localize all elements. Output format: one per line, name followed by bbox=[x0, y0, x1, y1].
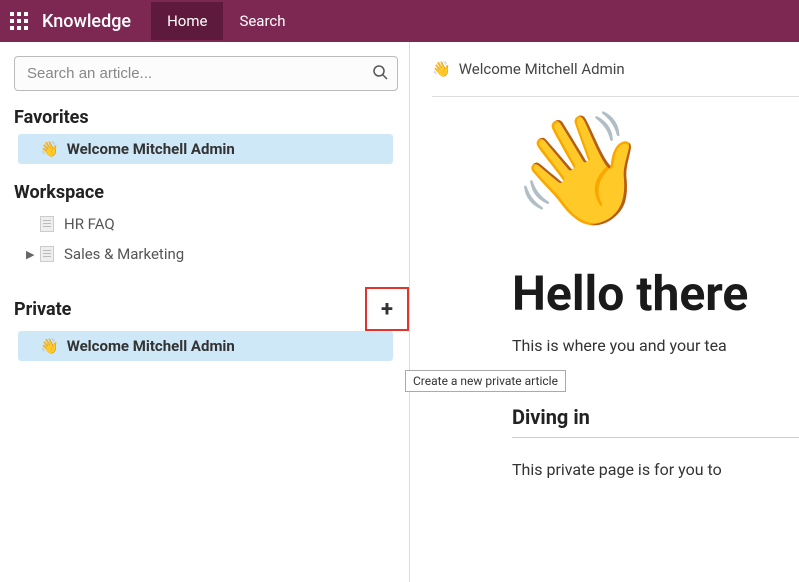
sidebar-item-label: Welcome Mitchell Admin bbox=[67, 337, 235, 355]
nav-search[interactable]: Search bbox=[223, 2, 301, 40]
doc-icon bbox=[40, 216, 54, 232]
article-intro: This is where you and your tea bbox=[512, 336, 799, 355]
wave-icon: 👋 bbox=[40, 337, 59, 355]
article-title: Hello there bbox=[512, 265, 799, 322]
divider bbox=[432, 96, 799, 97]
nav-home[interactable]: Home bbox=[151, 2, 223, 40]
divider bbox=[512, 437, 799, 438]
article-content: 👋 Welcome Mitchell Admin 👋 Hello there T… bbox=[410, 42, 799, 582]
main-area: Favorites 👋 Welcome Mitchell Admin Works… bbox=[0, 42, 799, 582]
sidebar: Favorites 👋 Welcome Mitchell Admin Works… bbox=[0, 42, 410, 582]
private-heading: Private bbox=[14, 299, 365, 320]
sidebar-item-hr-faq[interactable]: HR FAQ bbox=[18, 209, 393, 239]
plus-icon: + bbox=[381, 297, 393, 322]
section-body: This private page is for you to bbox=[512, 460, 799, 479]
search-wrap bbox=[14, 56, 398, 91]
top-bar: Knowledge Home Search bbox=[0, 0, 799, 42]
breadcrumb-label: Welcome Mitchell Admin bbox=[459, 60, 625, 78]
breadcrumb[interactable]: 👋 Welcome Mitchell Admin bbox=[432, 60, 799, 96]
section-heading-diving-in: Diving in bbox=[512, 405, 799, 429]
sidebar-item-label: Sales & Marketing bbox=[64, 245, 184, 263]
search-input[interactable] bbox=[14, 56, 398, 91]
chevron-right-icon[interactable]: ▶ bbox=[26, 248, 40, 261]
sidebar-item-private-welcome[interactable]: 👋 Welcome Mitchell Admin bbox=[18, 331, 393, 361]
section-workspace: Workspace HR FAQ ▶ Sales & Marketing bbox=[14, 182, 401, 269]
sidebar-item-favorite[interactable]: 👋 Welcome Mitchell Admin bbox=[18, 134, 393, 164]
tooltip-create-private: Create a new private article bbox=[405, 370, 566, 392]
search-icon[interactable] bbox=[372, 64, 388, 84]
add-private-article-button[interactable]: + bbox=[365, 287, 409, 331]
sidebar-item-label: Welcome Mitchell Admin bbox=[67, 140, 235, 158]
brand-title[interactable]: Knowledge bbox=[42, 11, 131, 32]
hero-wave-icon: 👋 bbox=[512, 115, 799, 225]
section-favorites: Favorites 👋 Welcome Mitchell Admin bbox=[14, 107, 401, 164]
workspace-heading: Workspace bbox=[14, 182, 401, 203]
favorites-heading: Favorites bbox=[14, 107, 401, 128]
sidebar-item-sales-marketing[interactable]: ▶ Sales & Marketing bbox=[18, 239, 393, 269]
doc-icon bbox=[40, 246, 54, 262]
wave-icon: 👋 bbox=[432, 60, 451, 78]
apps-icon[interactable] bbox=[10, 12, 28, 30]
wave-icon: 👋 bbox=[40, 140, 59, 158]
section-private: Private + 👋 Welcome Mitchell Admin bbox=[14, 287, 401, 361]
sidebar-item-label: HR FAQ bbox=[64, 215, 115, 233]
